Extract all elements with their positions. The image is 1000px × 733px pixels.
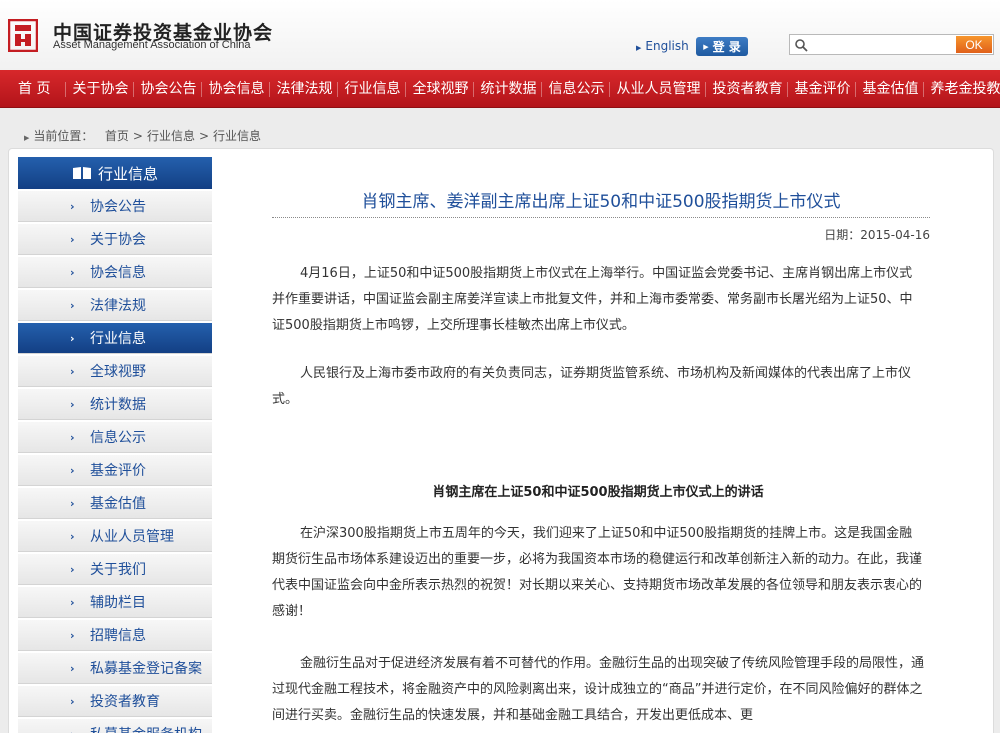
nav-item-investor-education[interactable]: 投资者教育 (705, 70, 788, 108)
nav-item-about[interactable]: 关于协会 (65, 70, 134, 108)
triangle-right-icon: ▶ (703, 42, 709, 51)
sidebar-item-private-fund-registration[interactable]: › 私募基金登记备案 (18, 653, 212, 684)
sidebar-item-disclosure[interactable]: › 信息公示 (18, 422, 212, 453)
english-link[interactable]: ▶ English (636, 39, 689, 53)
search-icon (795, 39, 808, 52)
nav-item-practitioners[interactable]: 从业人员管理 (609, 70, 706, 108)
sidebar-item-label: 关于协会 (90, 232, 146, 248)
book-icon (72, 167, 91, 179)
chevron-right-icon: › (70, 563, 75, 576)
sidebar-item-label: 基金评价 (90, 463, 146, 479)
triangle-right-icon: ▶ (636, 44, 642, 52)
breadcrumb-separator: > (198, 129, 210, 143)
speech-paragraph: 在沪深300股指期货上市五周年的今天，我们迎来了上证50和中证500股指期货的挂… (272, 526, 923, 619)
breadcrumb-label: 当前位置： (33, 129, 94, 143)
sidebar-item-label: 关于我们 (90, 562, 146, 578)
sidebar-item-about-us[interactable]: › 关于我们 (18, 554, 212, 585)
main-nav: 首 页 关于协会 协会公告 协会信息 法律法规 行业信息 全球视野 统计数据 信… (0, 70, 1000, 108)
sidebar-item-fund-valuation[interactable]: › 基金估值 (18, 488, 212, 519)
nav-item-announcements[interactable]: 协会公告 (133, 70, 202, 108)
article-paragraph: 人民银行及上海市委市政府的有关负责同志，证券期货监管系统、市场机构及新闻媒体的代… (272, 366, 912, 407)
sidebar-item-label: 法律法规 (90, 298, 146, 314)
breadcrumb: ▶ 当前位置： 首页 > 行业信息 > 行业信息 (24, 127, 261, 144)
sidebar-heading-label: 行业信息 (97, 164, 158, 183)
sidebar-item-fund-rating[interactable]: › 基金评价 (18, 455, 212, 486)
sidebar-item-investor-education[interactable]: › 投资者教育 (18, 686, 212, 717)
site-header: 中国证券投资基金业协会 Asset Management Association… (0, 0, 1000, 70)
org-name-en[interactable]: Asset Management Association of China (53, 39, 251, 51)
sidebar-item-auxiliary[interactable]: › 辅助栏目 (18, 587, 212, 618)
triangle-right-icon: ▶ (24, 134, 30, 142)
title-divider (272, 217, 930, 218)
nav-item-fund-rating[interactable]: 基金评价 (787, 70, 856, 108)
chevron-right-icon: › (70, 233, 75, 246)
sidebar-item-private-fund-services[interactable]: › 私募基金服务机构 (18, 719, 212, 733)
breadcrumb-current[interactable]: 行业信息 (213, 129, 261, 143)
association-logo-icon[interactable] (8, 19, 38, 52)
chevron-right-icon: › (70, 728, 75, 733)
sidebar-item-association-info[interactable]: › 协会信息 (18, 257, 212, 288)
sidebar-item-announcements[interactable]: › 协会公告 (18, 191, 212, 222)
article-date: 日期：2015-04-16 (824, 228, 930, 242)
sidebar: 行业信息 › 协会公告 › 关于协会 › 协会信息 › 法律法规 › 行业信息 › 全球视野… (18, 157, 212, 733)
sidebar-item-statistics[interactable]: › 统计数据 (18, 389, 212, 420)
sidebar-item-industry-info[interactable]: › 行业信息 (18, 323, 212, 354)
chevron-right-icon: › (70, 431, 75, 444)
english-link-label: English (645, 39, 689, 53)
sidebar-item-global-view[interactable]: › 全球视野 (18, 356, 212, 387)
nav-item-industry-info[interactable]: 行业信息 (337, 70, 406, 108)
search-input[interactable] (810, 36, 942, 53)
nav-item-association-info[interactable]: 协会信息 (201, 70, 270, 108)
chevron-right-icon: › (70, 596, 75, 609)
chevron-right-icon: › (70, 530, 75, 543)
breadcrumb-separator: > (132, 129, 143, 143)
article-title: 肖钢主席、姜洋副主席出席上证50和中证500股指期货上市仪式 (361, 192, 841, 212)
login-button[interactable]: ▶ 登 录 (696, 37, 748, 56)
sidebar-item-about[interactable]: › 关于协会 (18, 224, 212, 255)
chevron-right-icon: › (70, 365, 75, 378)
chevron-right-icon: › (70, 464, 75, 477)
speech-heading: 肖钢主席在上证50和中证500股指期货上市仪式上的讲话 (432, 485, 764, 500)
login-label: 登 录 (712, 40, 741, 54)
sidebar-item-label: 基金估值 (90, 496, 146, 512)
sidebar-item-label: 行业信息 (90, 331, 146, 347)
chevron-right-icon: › (70, 398, 75, 411)
nav-item-home[interactable]: 首 页 (10, 70, 66, 108)
sidebar-item-recruitment[interactable]: › 招聘信息 (18, 620, 212, 651)
search-box: OK (789, 34, 994, 55)
sidebar-item-label: 辅助栏目 (90, 595, 146, 611)
breadcrumb-home[interactable]: 首页 (105, 129, 129, 143)
chevron-right-icon: › (70, 266, 75, 279)
nav-item-fund-valuation[interactable]: 基金估值 (855, 70, 924, 108)
chevron-right-icon: › (70, 200, 75, 213)
nav-item-global-view[interactable]: 全球视野 (405, 70, 474, 108)
nav-item-laws[interactable]: 法律法规 (269, 70, 338, 108)
chevron-right-icon: › (70, 497, 75, 510)
nav-item-statistics[interactable]: 统计数据 (473, 70, 542, 108)
sidebar-heading: 行业信息 (18, 157, 212, 189)
chevron-right-icon: › (70, 629, 75, 642)
sidebar-item-label: 全球视野 (90, 364, 146, 380)
sidebar-item-label: 私募基金登记备案 (90, 661, 202, 677)
sidebar-item-label: 从业人员管理 (90, 529, 174, 545)
sidebar-item-label: 协会信息 (90, 265, 146, 281)
sidebar-item-label: 招聘信息 (90, 628, 146, 644)
chevron-right-icon: › (70, 299, 75, 312)
breadcrumb-section[interactable]: 行业信息 (147, 129, 195, 143)
chevron-right-icon: › (70, 695, 75, 708)
sidebar-item-label: 投资者教育 (90, 694, 160, 710)
sidebar-item-laws[interactable]: › 法律法规 (18, 290, 212, 321)
sidebar-item-label: 私募基金服务机构 (90, 724, 202, 733)
chevron-right-icon: › (70, 332, 75, 345)
speech-paragraph: 金融衍生品对于促进经济发展有着不可替代的作用。金融衍生品的出现突破了传统风险管理… (272, 656, 925, 723)
chevron-right-icon: › (70, 662, 75, 675)
sidebar-item-label: 统计数据 (90, 397, 146, 413)
search-ok-button[interactable]: OK (956, 36, 992, 53)
sidebar-item-label: 协会公告 (90, 199, 146, 215)
sidebar-item-label: 信息公示 (90, 430, 146, 446)
nav-item-disclosure[interactable]: 信息公示 (541, 70, 610, 108)
sidebar-item-practitioners[interactable]: › 从业人员管理 (18, 521, 212, 552)
article-paragraph: 4月16日，上证50和中证500股指期货上市仪式在上海举行。中国证监会党委书记、… (272, 266, 913, 333)
nav-item-pension-education[interactable]: 养老金投教 (923, 70, 1000, 108)
